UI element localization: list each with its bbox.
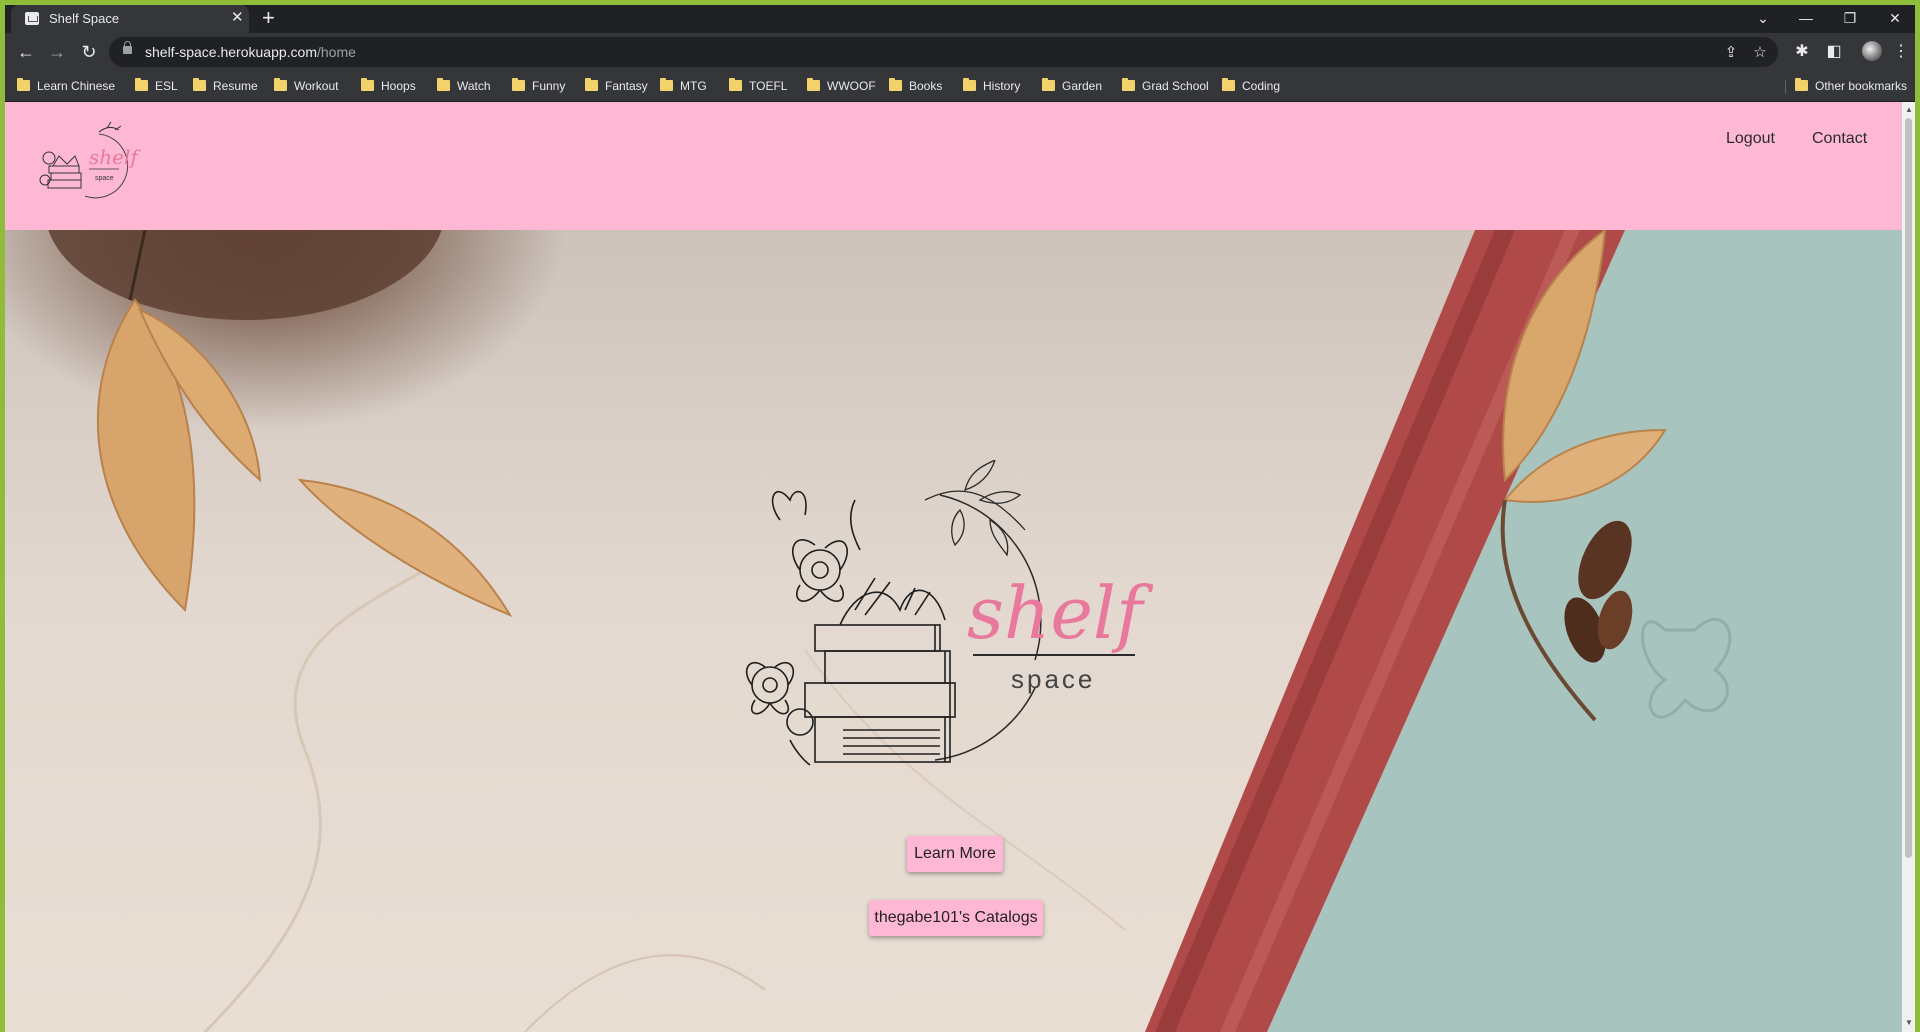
bookmark-books[interactable]: Books bbox=[889, 78, 942, 94]
folder-icon bbox=[1122, 78, 1135, 91]
folder-icon bbox=[889, 78, 902, 91]
learn-more-button[interactable]: Learn More bbox=[907, 836, 1003, 872]
logo-space-text: space bbox=[95, 175, 114, 182]
folder-icon bbox=[361, 78, 374, 91]
catalogs-button[interactable]: thegabe101's Catalogs bbox=[869, 900, 1043, 936]
folder-icon bbox=[585, 78, 598, 91]
tab-shelf-space[interactable]: Shelf Space ✕ bbox=[11, 5, 249, 33]
page-scrollbar[interactable]: ▲ ▼ bbox=[1902, 102, 1915, 1032]
url-text[interactable]: shelf-space.herokuapp.com/home bbox=[145, 44, 356, 60]
close-tab-icon[interactable]: ✕ bbox=[231, 9, 244, 27]
web-page: shelf space Logout Contact shelf space L… bbox=[5, 102, 1902, 1032]
scrollbar-thumb[interactable] bbox=[1905, 118, 1912, 858]
bookmark-star-icon[interactable]: ☆ bbox=[1751, 43, 1769, 61]
bookmark-fantasy[interactable]: Fantasy bbox=[585, 78, 648, 94]
bookmark-history[interactable]: History bbox=[963, 78, 1020, 94]
bookmark-mtg[interactable]: MTG bbox=[660, 78, 707, 94]
forward-icon[interactable]: → bbox=[45, 40, 69, 64]
address-bar[interactable]: shelf-space.herokuapp.com/home ⇪ ☆ bbox=[109, 37, 1778, 67]
folder-icon bbox=[437, 78, 450, 91]
close-window-icon[interactable]: ✕ bbox=[1877, 5, 1913, 33]
folder-icon bbox=[193, 78, 206, 91]
tab-strip: Shelf Space ✕ + ⌄ — ❐ ✕ bbox=[5, 5, 1915, 33]
hero-logo-space-text: space bbox=[1011, 664, 1095, 694]
folder-icon bbox=[1042, 78, 1055, 91]
share-icon[interactable]: ⇪ bbox=[1722, 43, 1740, 61]
tab-search-icon[interactable]: ⌄ bbox=[1745, 5, 1781, 33]
extensions-icon[interactable]: ✱ bbox=[1791, 41, 1813, 61]
lock-icon[interactable] bbox=[123, 41, 132, 54]
folder-icon bbox=[963, 78, 976, 91]
back-icon[interactable]: ← bbox=[14, 40, 38, 64]
bookmark-watch[interactable]: Watch bbox=[437, 78, 491, 94]
bookmark-coding[interactable]: Coding bbox=[1222, 78, 1280, 94]
hero-logo: shelf space bbox=[746, 460, 1154, 766]
bookmark-other[interactable]: Other bookmarks bbox=[1795, 78, 1907, 94]
menu-icon[interactable]: ⋮ bbox=[1890, 41, 1912, 61]
bookmark-garden[interactable]: Garden bbox=[1042, 78, 1102, 94]
side-panel-icon[interactable]: ◧ bbox=[1823, 41, 1845, 61]
folder-icon bbox=[135, 78, 148, 91]
scroll-up-icon[interactable]: ▲ bbox=[1905, 105, 1913, 114]
bookmarks-bar: Other bookmarks Learn Chinese ESL Resume Wo… bbox=[5, 71, 1915, 102]
profile-avatar[interactable] bbox=[1862, 41, 1882, 61]
bookmark-workout[interactable]: Workout bbox=[274, 78, 338, 94]
bookmark-learn-chinese[interactable]: Learn Chinese bbox=[17, 78, 115, 94]
folder-icon bbox=[512, 78, 525, 91]
bookmark-toefl[interactable]: TOEFL bbox=[729, 78, 787, 94]
site-logo[interactable]: shelf space bbox=[37, 114, 147, 204]
folder-icon bbox=[1222, 78, 1235, 91]
folder-icon bbox=[274, 78, 287, 91]
logo-shelf-text: shelf bbox=[89, 145, 141, 169]
bookmarks-divider bbox=[1785, 80, 1786, 94]
reload-icon[interactable]: ↻ bbox=[77, 40, 101, 64]
scroll-down-icon[interactable]: ▼ bbox=[1905, 1018, 1913, 1027]
folder-icon bbox=[807, 78, 820, 91]
tab-title: Shelf Space bbox=[49, 11, 120, 26]
bookmark-resume[interactable]: Resume bbox=[193, 78, 258, 94]
bookmark-grad-school[interactable]: Grad School bbox=[1122, 78, 1209, 94]
logout-link[interactable]: Logout bbox=[1726, 130, 1775, 148]
restore-icon[interactable]: ❐ bbox=[1832, 5, 1868, 33]
browser-toolbar: ← → ↻ shelf-space.herokuapp.com/home ⇪ ☆… bbox=[5, 33, 1915, 71]
bookmark-wwoof[interactable]: WWOOF bbox=[807, 78, 876, 94]
folder-icon bbox=[17, 78, 30, 91]
bookmark-esl[interactable]: ESL bbox=[135, 78, 178, 94]
hero-section: shelf space Learn More thegabe101's Cata… bbox=[5, 230, 1902, 1032]
bookmark-hoops[interactable]: Hoops bbox=[361, 78, 416, 94]
folder-icon bbox=[660, 78, 673, 91]
bookmark-funny[interactable]: Funny bbox=[512, 78, 565, 94]
hero-logo-shelf-text: shelf bbox=[967, 571, 1154, 655]
minimize-icon[interactable]: — bbox=[1788, 5, 1824, 33]
site-header: shelf space Logout Contact bbox=[5, 102, 1902, 230]
new-tab-icon[interactable]: + bbox=[262, 7, 275, 29]
browser-window: Shelf Space ✕ + ⌄ — ❐ ✕ ← → ↻ shelf-spac… bbox=[5, 5, 1915, 1032]
folder-icon bbox=[1795, 78, 1808, 91]
favicon-icon bbox=[25, 12, 39, 25]
contact-link[interactable]: Contact bbox=[1812, 130, 1867, 148]
folder-icon bbox=[729, 78, 742, 91]
